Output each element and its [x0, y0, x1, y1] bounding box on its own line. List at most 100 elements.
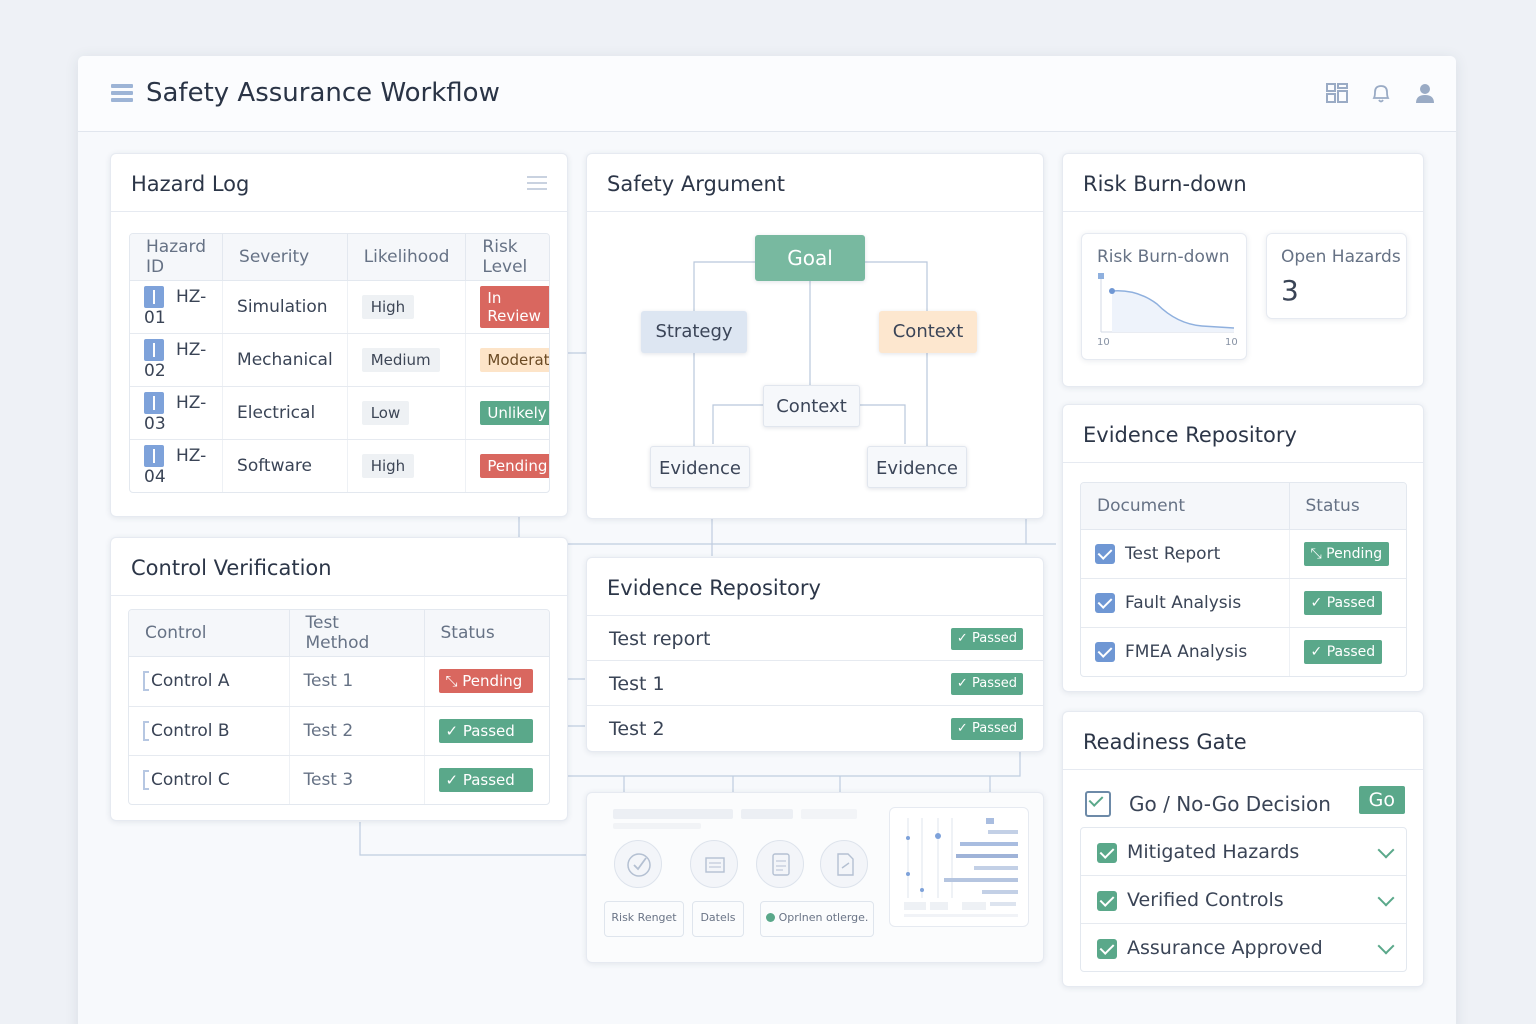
gate-item[interactable]: Mitigated Hazards [1081, 828, 1406, 876]
col-likelihood[interactable]: Likelihood [347, 234, 467, 281]
risk-badge: Pending [480, 453, 549, 478]
open-hazards-label: Open Hazards [1281, 247, 1401, 267]
checkbox-checked-icon[interactable] [1095, 543, 1115, 564]
table-row[interactable]: Control B Test 2 ✓ Passed [129, 706, 549, 756]
user-icon[interactable] [1414, 82, 1436, 104]
col-risk-level[interactable]: Risk Level [465, 234, 549, 281]
context-node-mid[interactable]: Context [763, 385, 860, 427]
col-severity[interactable]: Severity [222, 234, 348, 281]
checkbox-checked-icon[interactable] [1095, 641, 1115, 662]
bell-icon[interactable] [1370, 82, 1392, 104]
export-file-icon[interactable] [820, 840, 868, 888]
col-status[interactable]: Status [1289, 483, 1406, 530]
document-name: Test Report [1125, 543, 1221, 564]
tick-label: 10 [1097, 337, 1110, 348]
context-node[interactable]: Context [879, 311, 977, 353]
risk-burndown-panel: Risk Burn-down Risk Burn-down 10 10 Open… [1062, 153, 1424, 387]
gate-item[interactable]: Verified Controls [1081, 876, 1406, 924]
status-badge: ✓ Passed [950, 628, 1023, 650]
table-row[interactable]: FMEA Analysis ✓ Passed [1081, 627, 1406, 676]
hazard-table: Hazard ID Severity Likelihood Risk Level… [129, 233, 550, 493]
control-marker-icon [143, 769, 149, 790]
test-method-cell: Test 1 [289, 656, 425, 707]
decision-checkbox-icon[interactable] [1085, 791, 1111, 817]
chevron-down-icon[interactable] [1377, 841, 1395, 859]
table-row[interactable]: Test Report ⤡ Pending [1081, 529, 1406, 579]
go-button[interactable]: Go [1358, 786, 1405, 814]
readiness-gate-panel: Readiness Gate Go / No-Go Decision Go Mi… [1062, 711, 1424, 987]
go-no-go-row[interactable]: Go / No-Go Decision Go [1083, 786, 1407, 826]
gate-item-label: Mitigated Hazards [1127, 841, 1300, 863]
status-badge: ✓ Passed [1303, 590, 1383, 615]
preview-pill[interactable]: Oprlnen otlerge. [760, 901, 874, 937]
col-test-method[interactable]: Test Method [289, 610, 425, 657]
status-badge: ✓ Passed [950, 673, 1023, 695]
checkbox-checked-icon[interactable] [1097, 938, 1117, 959]
evidence-row[interactable]: Test 2 ✓ Passed [587, 707, 1043, 751]
preview-pill[interactable]: Datels [692, 901, 744, 937]
col-hazard-id[interactable]: Hazard ID [130, 234, 224, 281]
hazard-log-title: Hazard Log [111, 154, 567, 212]
open-hazards-card: Open Hazards 3 [1266, 233, 1407, 319]
hazard-log-panel: Hazard Log Hazard ID Severity Likelihood… [110, 153, 568, 517]
table-row[interactable]: Control A Test 1 ⤡ Pending [129, 656, 549, 707]
checkbox-checked-icon[interactable] [1097, 890, 1117, 911]
goal-node[interactable]: Goal [755, 235, 865, 281]
chevron-down-icon[interactable] [1377, 889, 1395, 907]
evidence-row[interactable]: Test report ✓ Passed [587, 617, 1043, 661]
severity-cell: Mechanical [222, 333, 348, 387]
control-table: Control Test Method Status Control A Tes… [128, 609, 550, 805]
likelihood-badge: Low [361, 400, 410, 425]
gate-item[interactable]: Assurance Approved [1081, 924, 1406, 971]
col-control[interactable]: Control [129, 610, 290, 657]
burndown-chart-card: Risk Burn-down 10 10 [1081, 233, 1247, 360]
dashboard-icon[interactable] [1326, 82, 1348, 104]
table-row[interactable]: Control C Test 3 ✓ Passed [129, 755, 549, 804]
check-icon: ✓ [445, 770, 459, 789]
strategy-node[interactable]: Strategy [641, 311, 747, 353]
check-icon: ✓ [956, 676, 968, 691]
table-row[interactable]: HZ-02 Mechanical Medium Moderate [130, 333, 549, 387]
col-document[interactable]: Document [1081, 483, 1290, 530]
check-icon: ✓ [956, 631, 968, 646]
chevron-down-icon[interactable] [1377, 937, 1395, 955]
control-name: Control B [151, 720, 230, 741]
menu-icon[interactable] [527, 176, 547, 194]
preview-thumbnail [889, 807, 1029, 927]
control-name: Control C [151, 769, 230, 790]
pending-icon: ⤡ [1310, 545, 1322, 562]
preview-panel: Risk Renget Datels Oprlnen otlerge. [586, 792, 1044, 963]
table-row[interactable]: Fault Analysis ✓ Passed [1081, 578, 1406, 628]
document-icon[interactable] [756, 840, 804, 888]
control-verification-panel: Control Verification Control Test Method… [110, 537, 568, 821]
table-row[interactable]: HZ-01 Simulation High In Review [130, 280, 549, 334]
safety-argument-panel: Safety Argument Goal Strategy Context Co… [586, 153, 1044, 519]
id-chip-icon [144, 391, 164, 414]
decision-label: Go / No-Go Decision [1129, 792, 1331, 816]
check-circle-icon[interactable] [614, 840, 662, 888]
checkbox-checked-icon[interactable] [1097, 842, 1117, 863]
likelihood-badge: High [361, 294, 415, 319]
gate-checklist: Mitigated Hazards Verified Controls Assu… [1080, 827, 1407, 972]
risk-badge: Unlikely [480, 400, 549, 425]
evidence-node-right[interactable]: Evidence [867, 446, 967, 488]
table-row[interactable]: HZ-03 Electrical Low Unlikely [130, 386, 549, 440]
evidence-node-left[interactable]: Evidence [650, 446, 750, 488]
list-icon[interactable] [690, 840, 738, 888]
tick-label: 10 [1225, 337, 1238, 348]
control-marker-icon [143, 720, 149, 741]
test-method-cell: Test 3 [289, 755, 425, 804]
evidence-repository-title: Evidence Repository [1063, 405, 1423, 463]
table-row[interactable]: HZ-04 Software High Pending [130, 439, 549, 492]
checkbox-checked-icon[interactable] [1095, 592, 1115, 613]
col-status[interactable]: Status [424, 610, 549, 657]
likelihood-badge: High [361, 453, 415, 478]
gate-item-label: Verified Controls [1127, 889, 1284, 911]
likelihood-badge: Medium [361, 347, 440, 372]
evidence-row[interactable]: Test 1 ✓ Passed [587, 662, 1043, 706]
status-badge: ⤡ Pending [1303, 541, 1390, 566]
status-badge: ⤡ Pending [438, 669, 533, 693]
control-name: Control A [151, 671, 230, 691]
preview-pill[interactable]: Risk Renget [604, 901, 684, 937]
risk-badge: In Review [480, 285, 549, 328]
